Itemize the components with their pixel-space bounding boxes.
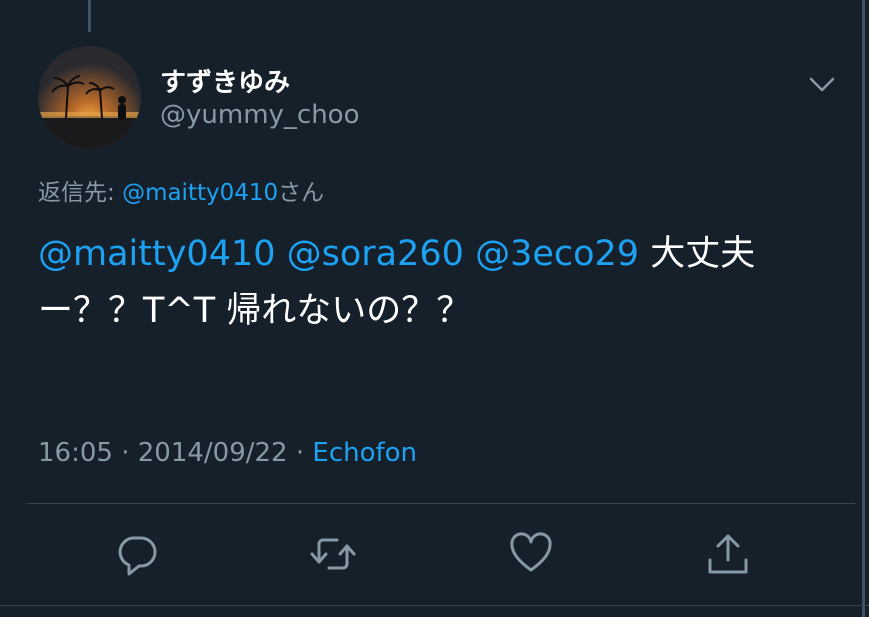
reply-icon	[118, 536, 157, 576]
avatar-image	[38, 46, 141, 149]
heart-icon	[510, 532, 552, 572]
tweet-time: 16:05	[38, 438, 113, 468]
meta-separator: ·	[112, 438, 138, 468]
scrollbar-edge	[862, 0, 865, 617]
reply-mention-link[interactable]: @maitty0410	[122, 180, 278, 206]
display-name[interactable]: すずきゆみ	[160, 62, 290, 99]
more-options-button[interactable]	[806, 70, 838, 98]
user-handle[interactable]: @yummy_choo	[160, 100, 360, 130]
share-icon	[708, 534, 748, 574]
tweet-date: 2014/09/22	[137, 438, 288, 468]
reply-button[interactable]	[113, 530, 161, 578]
reply-context: 返信先: @maitty0410さん	[38, 173, 324, 207]
mention-link[interactable]: @3eco29	[475, 234, 639, 274]
reply-suffix: さん	[278, 180, 325, 206]
divider	[0, 605, 869, 606]
retweet-icon	[310, 538, 356, 570]
like-button[interactable]	[507, 530, 555, 578]
tweet-text: @maitty0410 @sora260 @3eco29 大丈夫ー？？T^T 帰…	[38, 226, 838, 340]
retweet-button[interactable]	[309, 530, 357, 578]
reply-prefix: 返信先:	[38, 180, 123, 206]
mention-link[interactable]: @maitty0410	[38, 234, 276, 274]
meta-separator: ·	[287, 438, 313, 468]
thread-line	[88, 0, 91, 32]
chevron-down-icon	[809, 77, 835, 92]
tweet-meta: 16:05 · 2014/09/22 · Echofon	[38, 438, 417, 468]
divider	[27, 503, 855, 504]
tweet-source-link[interactable]: Echofon	[312, 438, 417, 468]
mention-link[interactable]: @sora260	[287, 234, 464, 274]
avatar[interactable]	[38, 46, 141, 149]
share-button[interactable]	[704, 530, 752, 578]
